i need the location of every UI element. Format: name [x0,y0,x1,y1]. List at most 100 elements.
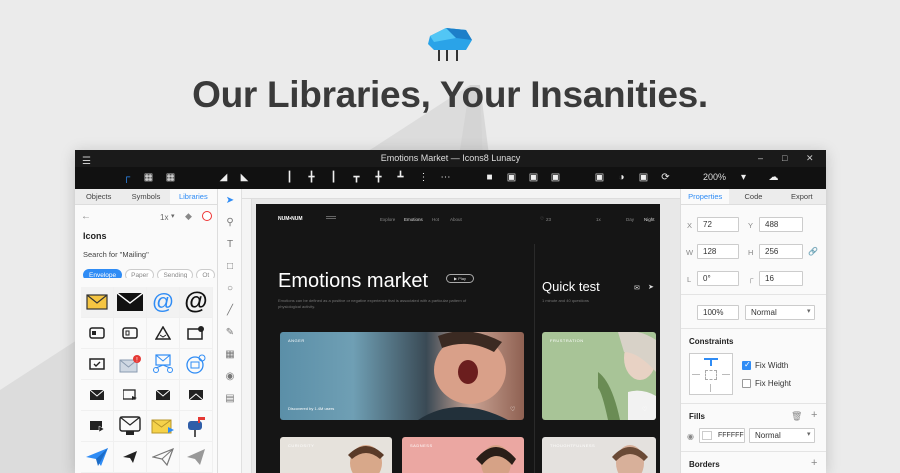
at-sign-bold-icon[interactable]: @ [180,287,213,318]
image-tool-icon[interactable]: ▦ [224,349,236,361]
align-center-icon[interactable]: ╋ [305,171,318,184]
mail-inbox-icon[interactable] [114,411,147,442]
pointer-tool-icon[interactable]: ➤ [224,195,236,207]
paper-plane-gray-icon[interactable] [180,442,213,473]
icons8-badge-icon[interactable] [202,211,212,221]
eye-icon[interactable]: ◉ [687,432,694,441]
blend-mode-select[interactable]: Normal [745,305,815,320]
mail-check-icon[interactable] [81,349,114,380]
scale-select[interactable]: 1x [160,213,168,222]
rotate-icon[interactable]: ⟳ [659,171,672,184]
mail-open-yellow-icon[interactable] [147,411,180,442]
paper-plane-light-icon[interactable] [147,442,180,473]
paper-plane-blue-icon[interactable] [81,442,114,473]
chevron-down-icon[interactable]: ▾ [737,171,750,184]
mail-network-icon[interactable] [147,349,180,380]
align-top-icon[interactable]: ┳ [350,171,363,184]
artboard-emotions-market[interactable]: NUM•NUM Explore Emotions Hot About ♡ 23 … [256,204,660,473]
add-border-icon[interactable]: + [811,457,817,469]
mail-send-outline-icon[interactable] [114,380,147,411]
chevron-down-icon[interactable]: ▾ [807,307,811,315]
envelope-black-icon[interactable] [114,287,147,318]
align-right-icon[interactable]: ┃ [327,171,340,184]
link-icon[interactable]: 🔗 [808,247,818,256]
back-arrow-icon[interactable]: ← [81,211,91,222]
frame-tool-icon[interactable]: ┌ [120,171,133,184]
difference-icon[interactable]: ▣ [549,171,562,184]
at-sign-icon[interactable]: @ [147,287,180,318]
envelope-yellow-icon[interactable] [81,287,114,318]
opacity-field[interactable]: 100% [697,305,739,320]
line-tool-icon[interactable]: ╱ [224,305,236,317]
align-middle-icon[interactable]: ╋ [372,171,385,184]
flip-horizontal-icon[interactable]: ◢ [217,171,230,184]
distribute-vertical-icon[interactable]: ⋯ [439,171,452,184]
fix-height-checkbox[interactable] [742,379,751,388]
chevron-down-icon[interactable]: ▾ [171,212,175,220]
mask-icon[interactable]: ▣ [593,171,606,184]
fix-width-checkbox[interactable]: ✓ [742,360,751,370]
image-icon[interactable]: ▣ [637,171,650,184]
oval-tool-icon[interactable]: ○ [224,283,236,295]
close-icon[interactable]: ✕ [806,150,814,167]
mail-card-outline-icon[interactable] [114,318,147,349]
mail-send-2-icon[interactable] [81,411,114,442]
zoom-level[interactable]: 200% [703,171,726,184]
trash-icon[interactable]: 🗑 [791,411,802,422]
y-field[interactable]: 488 [759,217,803,232]
artboard-tool-icon[interactable]: ▤ [224,393,236,405]
zoom-tool-icon[interactable]: ⚲ [224,217,236,229]
minimize-icon[interactable]: – [758,150,763,167]
x-field[interactable]: 72 [697,217,739,232]
theme-day: Day [626,217,635,222]
avatar-tool-icon[interactable]: ◉ [224,371,236,383]
text-tool-icon[interactable]: T [224,239,236,251]
mail-dark-2-icon[interactable] [147,380,180,411]
align-bottom-icon[interactable]: ┻ [394,171,407,184]
fill-blend-select[interactable]: Normal [749,428,815,443]
fill-swatch[interactable] [702,431,712,440]
mail-dark-icon[interactable] [81,380,114,411]
constraints-widget[interactable] [689,353,733,395]
distribute-horizontal-icon[interactable]: ⋮ [417,171,430,184]
align-left-icon[interactable]: ┃ [283,171,296,184]
paper-plane-outline-icon[interactable] [114,442,147,473]
chip-other[interactable]: Ot [196,269,216,278]
radius-field[interactable]: 16 [759,271,803,286]
fill-icon[interactable]: ◆ [185,211,192,222]
cloud-upload-icon[interactable]: ☁ [767,171,780,184]
mail-id-card-icon[interactable] [81,318,114,349]
fill-hex-field[interactable]: FFFFFF [699,428,745,443]
mailbox-blue-icon[interactable] [180,411,213,442]
mail-dark-3-icon[interactable] [180,380,213,411]
mailbox-person-icon[interactable] [180,318,213,349]
pen-tool-icon[interactable]: ✎ [224,327,236,339]
mail-notification-icon[interactable]: ! [114,349,147,380]
tab-symbols[interactable]: Symbols [122,189,170,204]
layout-grid-icon[interactable]: ▦ [164,171,177,184]
flip-vertical-icon[interactable]: ◣ [238,171,251,184]
tab-libraries[interactable]: Libraries [169,189,217,204]
rotation-field[interactable]: 0° [697,271,739,286]
chip-paper[interactable]: Paper [125,269,155,278]
tab-export[interactable]: Export [777,189,826,204]
chevron-down-icon[interactable]: ▾ [807,430,811,438]
union-icon[interactable]: ■ [483,171,496,184]
canvas[interactable]: NUM•NUM Explore Emotions Hot About ♡ 23 … [242,189,680,473]
grid-icon[interactable]: ▦ [142,171,155,184]
chip-envelope[interactable]: Envelope [83,269,123,278]
tab-objects[interactable]: Objects [75,189,123,204]
tab-properties[interactable]: Properties [681,189,730,204]
contrast-icon[interactable]: ◑ [615,171,628,184]
rectangle-tool-icon[interactable]: □ [224,261,236,273]
intersect-icon[interactable]: ▣ [527,171,540,184]
subtract-icon[interactable]: ▣ [505,171,518,184]
height-field[interactable]: 256 [759,244,803,259]
mail-triangle-icon[interactable] [147,318,180,349]
width-field[interactable]: 128 [697,244,739,259]
mail-chat-icon[interactable] [180,349,213,380]
chip-sending[interactable]: Sending [157,269,194,278]
maximize-icon[interactable]: □ [782,150,787,167]
tab-code[interactable]: Code [729,189,778,204]
add-fill-icon[interactable]: + [811,409,817,421]
